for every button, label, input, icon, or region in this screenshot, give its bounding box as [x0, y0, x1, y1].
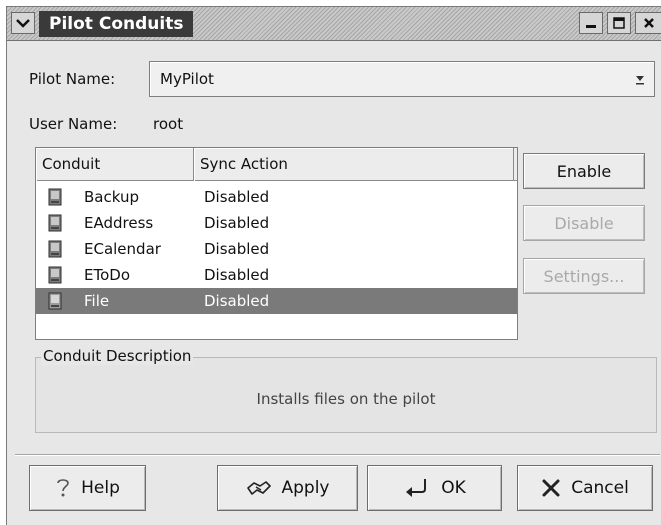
ok-label: OK	[441, 478, 466, 498]
user-name-value: root	[153, 115, 184, 133]
window-menu-button[interactable]	[11, 12, 35, 34]
conduit-name: EAddress	[84, 214, 154, 232]
list-item-selected[interactable]: File Disabled	[36, 288, 517, 314]
ok-button[interactable]: OK	[367, 465, 502, 511]
help-button[interactable]: Help	[29, 465, 146, 511]
sync-action: Disabled	[204, 292, 270, 310]
combo-arrow-icon[interactable]	[632, 70, 648, 88]
handshake-icon	[246, 481, 271, 495]
conduit-description-group: Installs files on the pilot	[35, 357, 657, 433]
maximize-icon	[613, 17, 625, 29]
sync-action: Disabled	[204, 188, 270, 206]
minimize-button[interactable]	[579, 12, 603, 34]
return-arrow-icon	[406, 479, 427, 497]
enable-button[interactable]: Enable	[523, 153, 645, 189]
sync-action: Disabled	[204, 240, 270, 258]
pilot-device-icon	[48, 266, 62, 284]
conduit-name: ECalendar	[84, 240, 161, 258]
pilot-device-icon	[48, 240, 62, 258]
column-header-sync-action[interactable]: Sync Action	[194, 148, 514, 181]
separator	[15, 454, 660, 456]
conduit-name: EToDo	[84, 266, 130, 284]
pilot-name-combo[interactable]: MyPilot	[149, 61, 655, 97]
list-item[interactable]: EAddress Disabled	[36, 210, 517, 236]
user-name-label: User Name:	[29, 115, 118, 133]
window-title: Pilot Conduits	[39, 11, 194, 37]
pilot-name-value: MyPilot	[160, 70, 214, 88]
list-header: Conduit Sync Action	[36, 148, 517, 181]
minimize-icon	[586, 25, 596, 28]
list-item[interactable]: EToDo Disabled	[36, 262, 517, 288]
question-mark-icon	[57, 479, 69, 497]
conduit-description-title: Conduit Description	[41, 347, 194, 365]
cancel-label: Cancel	[571, 478, 629, 498]
pilot-conduits-window: Pilot Conduits Pilot Name: MyPilot User …	[6, 6, 661, 525]
conduit-name: File	[84, 292, 110, 310]
sync-action: Disabled	[204, 214, 270, 232]
chevron-down-icon	[16, 19, 30, 28]
sync-action: Disabled	[204, 266, 270, 284]
conduit-name: Backup	[84, 188, 139, 206]
close-button[interactable]	[635, 12, 661, 34]
cancel-button[interactable]: Cancel	[517, 465, 653, 511]
column-header-conduit[interactable]: Conduit	[36, 148, 194, 181]
maximize-button[interactable]	[607, 12, 631, 34]
list-item[interactable]: Backup Disabled	[36, 184, 517, 210]
pilot-device-icon	[48, 214, 62, 232]
cross-icon	[542, 479, 560, 497]
pilot-device-icon	[48, 292, 62, 310]
disable-button[interactable]: Disable	[523, 205, 645, 241]
conduit-list[interactable]: Conduit Sync Action Backup Disabled EAdd…	[35, 147, 518, 340]
pilot-name-label: Pilot Name:	[29, 70, 116, 88]
help-label: Help	[81, 478, 120, 498]
apply-label: Apply	[281, 478, 330, 498]
pilot-device-icon	[48, 188, 62, 206]
title-bar[interactable]: Pilot Conduits	[7, 7, 661, 41]
list-item[interactable]: ECalendar Disabled	[36, 236, 517, 262]
apply-button[interactable]: Apply	[217, 465, 358, 511]
settings-button[interactable]: Settings...	[523, 258, 645, 294]
close-icon	[644, 18, 654, 28]
conduit-description-text: Installs files on the pilot	[256, 390, 436, 408]
